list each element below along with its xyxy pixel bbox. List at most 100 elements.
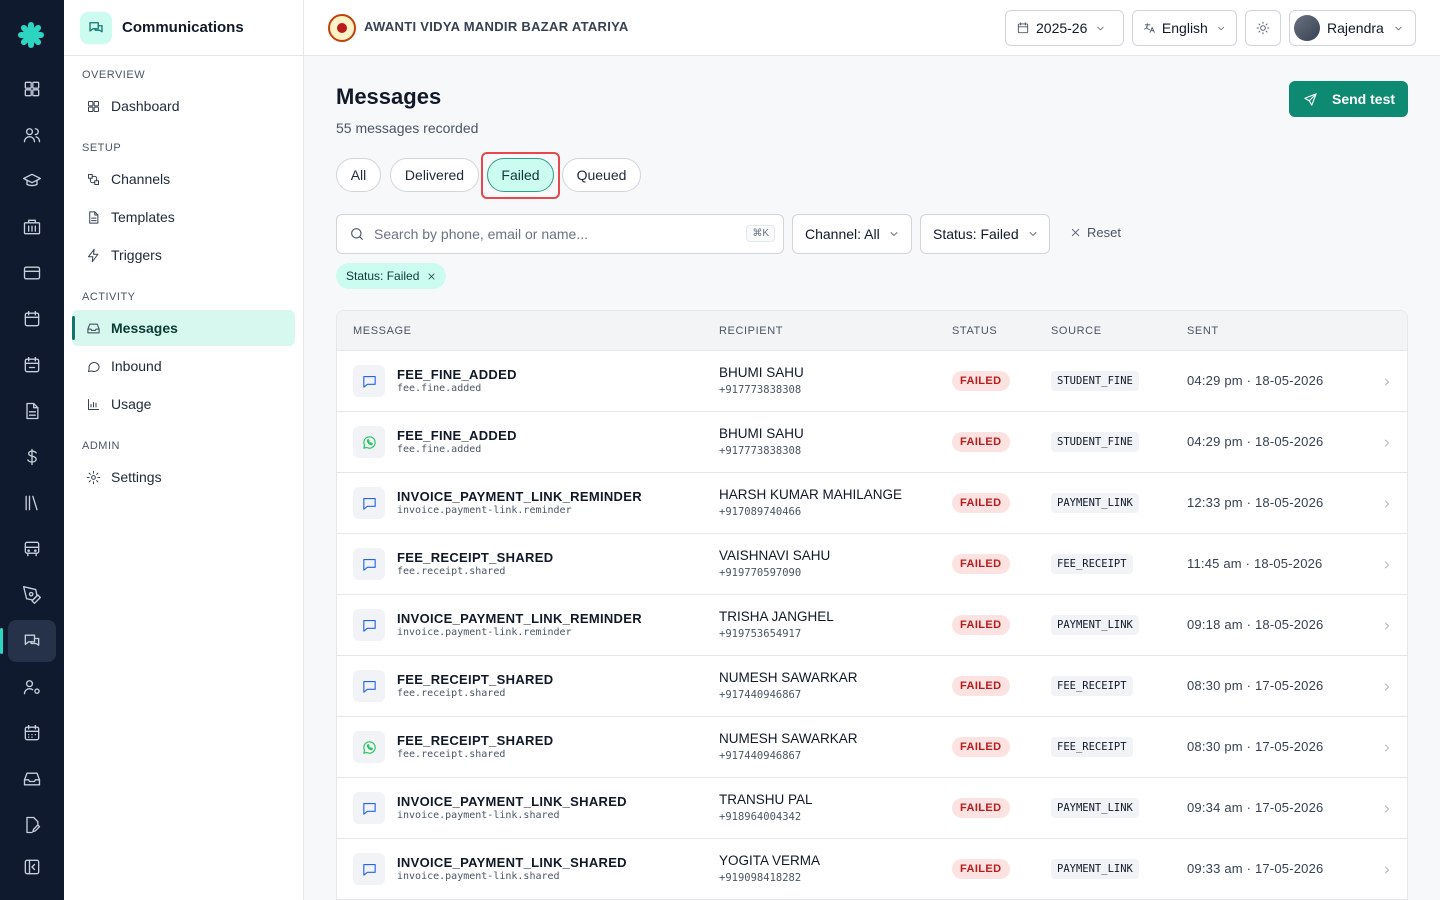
table-row[interactable]: INVOICE_PAYMENT_LINK_SHARED invoice.payme… bbox=[337, 778, 1407, 839]
sms-icon bbox=[362, 680, 376, 693]
row-chevron[interactable] bbox=[1381, 619, 1393, 631]
status-badge: FAILED bbox=[952, 615, 1010, 635]
row-chevron[interactable] bbox=[1381, 680, 1393, 692]
row-chevron[interactable] bbox=[1381, 497, 1393, 509]
app-rail bbox=[0, 0, 64, 900]
status-filter-select[interactable]: Status: Failed bbox=[920, 214, 1050, 254]
status-badge: FAILED bbox=[952, 432, 1010, 452]
rail-item-collapse-sidebar[interactable] bbox=[8, 846, 56, 888]
bus-icon bbox=[24, 541, 40, 557]
search-input[interactable] bbox=[374, 226, 734, 242]
table-row[interactable]: INVOICE_PAYMENT_LINK_REMINDER invoice.pay… bbox=[337, 473, 1407, 534]
source-tag: FEE_RECEIPT bbox=[1051, 554, 1133, 574]
sms-icon bbox=[362, 558, 376, 571]
rail-item-graduation-cap[interactable] bbox=[8, 160, 56, 202]
sidebar-item-messages[interactable]: Messages bbox=[72, 310, 295, 346]
status-badge: FAILED bbox=[952, 371, 1010, 391]
event-key: fee.receipt.shared bbox=[397, 688, 506, 699]
sidebar-item-triggers[interactable]: Triggers bbox=[72, 237, 295, 273]
rail-item-inbox[interactable] bbox=[8, 758, 56, 800]
table-row[interactable]: FEE_FINE_ADDED fee.fine.added BHUMI SAHU +9… bbox=[337, 412, 1407, 473]
chevron-right-icon bbox=[1385, 561, 1389, 569]
rail-item-bus[interactable] bbox=[8, 528, 56, 570]
column-header-source: SOURCE bbox=[1051, 325, 1102, 337]
channel-filter-select[interactable]: Channel: All bbox=[792, 214, 912, 254]
school-name: AWANTI VIDYA MANDIR BAZAR ATARIYA bbox=[364, 19, 629, 34]
rail-item-file-text[interactable] bbox=[8, 390, 56, 432]
sidebar-item-dashboard[interactable]: Dashboard bbox=[72, 88, 295, 124]
sidebar-item-settings[interactable]: Settings bbox=[72, 459, 295, 495]
channels-icon bbox=[88, 173, 99, 185]
chevron-right-icon bbox=[1385, 378, 1389, 386]
source-tag: PAYMENT_LINK bbox=[1051, 859, 1139, 879]
file-edit-icon bbox=[26, 816, 41, 834]
search-icon bbox=[351, 228, 363, 240]
row-chevron[interactable] bbox=[1381, 741, 1393, 753]
sidebar-item-label: Templates bbox=[111, 209, 175, 225]
rail-item-building[interactable] bbox=[8, 206, 56, 248]
chevron-right-icon bbox=[1385, 866, 1389, 874]
rail-item-messages[interactable] bbox=[0, 620, 56, 662]
row-chevron[interactable] bbox=[1381, 802, 1393, 814]
table-row[interactable]: FEE_RECEIPT_SHARED fee.receipt.shared NUME… bbox=[337, 717, 1407, 778]
rail-item-library[interactable] bbox=[8, 482, 56, 524]
rail-item-pen-tool[interactable] bbox=[8, 574, 56, 616]
chevron-right-icon bbox=[1385, 744, 1389, 752]
row-chevron[interactable] bbox=[1381, 375, 1393, 387]
sidebar-item-inbound[interactable]: Inbound bbox=[72, 348, 295, 384]
recipient-phone: +919098418282 bbox=[719, 872, 802, 884]
rail-item-calendar-alt[interactable] bbox=[8, 344, 56, 386]
tab-delivered[interactable]: Delivered bbox=[390, 158, 479, 192]
table-row[interactable]: FEE_RECEIPT_SHARED fee.receipt.shared VAIS… bbox=[337, 534, 1407, 595]
users-icon bbox=[23, 128, 41, 143]
table-row[interactable]: FEE_FINE_ADDED fee.fine.added BHUMI SAHU +9… bbox=[337, 351, 1407, 412]
template-name: INVOICE_PAYMENT_LINK_REMINDER bbox=[397, 489, 642, 504]
rail-item-user-cog[interactable] bbox=[8, 666, 56, 708]
theme-toggle-button[interactable] bbox=[1245, 10, 1281, 46]
table-row[interactable]: INVOICE_PAYMENT_LINK_SHARED invoice.payme… bbox=[337, 839, 1407, 900]
rail-item-file-edit[interactable] bbox=[8, 804, 56, 846]
tab-queued[interactable]: Queued bbox=[562, 158, 641, 192]
row-chevron[interactable] bbox=[1381, 863, 1393, 875]
recipient-name: VAISHNAVI SAHU bbox=[719, 548, 831, 563]
file-text-icon bbox=[26, 402, 39, 420]
remove-filter-icon[interactable] bbox=[427, 272, 436, 281]
send-test-button[interactable]: Send test bbox=[1289, 81, 1408, 117]
pen-tool-icon bbox=[23, 586, 41, 604]
table-row[interactable]: FEE_RECEIPT_SHARED fee.receipt.shared NUME… bbox=[337, 656, 1407, 717]
table-row[interactable]: INVOICE_PAYMENT_LINK_REMINDER invoice.pay… bbox=[337, 595, 1407, 656]
rail-item-dollar[interactable] bbox=[8, 436, 56, 478]
academic-year-select[interactable]: 2025-26 bbox=[1005, 10, 1124, 46]
row-chevron[interactable] bbox=[1381, 436, 1393, 448]
rail-item-credit-card[interactable] bbox=[8, 252, 56, 294]
user-menu-button[interactable]: Rajendra bbox=[1289, 10, 1416, 46]
page-subtitle: 55 messages recorded bbox=[336, 120, 479, 136]
recipient-name: BHUMI SAHU bbox=[719, 426, 804, 441]
file-icon bbox=[89, 210, 99, 224]
sidebar-item-label: Triggers bbox=[111, 247, 162, 263]
sidebar-item-usage[interactable]: Usage bbox=[72, 386, 295, 422]
tab-all[interactable]: All bbox=[336, 158, 381, 192]
rail-item-dashboard[interactable] bbox=[8, 68, 56, 110]
chevron-down-icon bbox=[1218, 26, 1224, 30]
rail-item-calendar[interactable] bbox=[8, 298, 56, 340]
school-emblem bbox=[328, 14, 356, 42]
reset-button[interactable]: Reset bbox=[1070, 225, 1121, 240]
template-name: FEE_RECEIPT_SHARED bbox=[397, 550, 554, 565]
sidebar-section-label: ADMIN bbox=[82, 440, 120, 452]
sent-time: 12:33 pm · 18-05-2026 bbox=[1187, 495, 1324, 510]
sidebar-item-channels[interactable]: Channels bbox=[72, 161, 295, 197]
recipient-phone: +917773838308 bbox=[719, 384, 802, 396]
main-content: Messages 55 messages recorded Send test … bbox=[304, 56, 1440, 900]
sent-time: 08:30 pm · 17-05-2026 bbox=[1187, 739, 1324, 754]
sidebar-item-label: Messages bbox=[111, 320, 178, 336]
rail-item-users[interactable] bbox=[8, 114, 56, 156]
rail-item-calendar-grid[interactable] bbox=[8, 712, 56, 754]
source-tag: PAYMENT_LINK bbox=[1051, 493, 1139, 513]
app-logo-icon[interactable] bbox=[16, 20, 46, 50]
active-filter-chip: Status: Failed bbox=[336, 263, 447, 289]
language-select[interactable]: English bbox=[1132, 10, 1237, 46]
sidebar-item-templates[interactable]: Templates bbox=[72, 199, 295, 235]
row-chevron[interactable] bbox=[1381, 558, 1393, 570]
tab-label: Delivered bbox=[404, 167, 465, 183]
